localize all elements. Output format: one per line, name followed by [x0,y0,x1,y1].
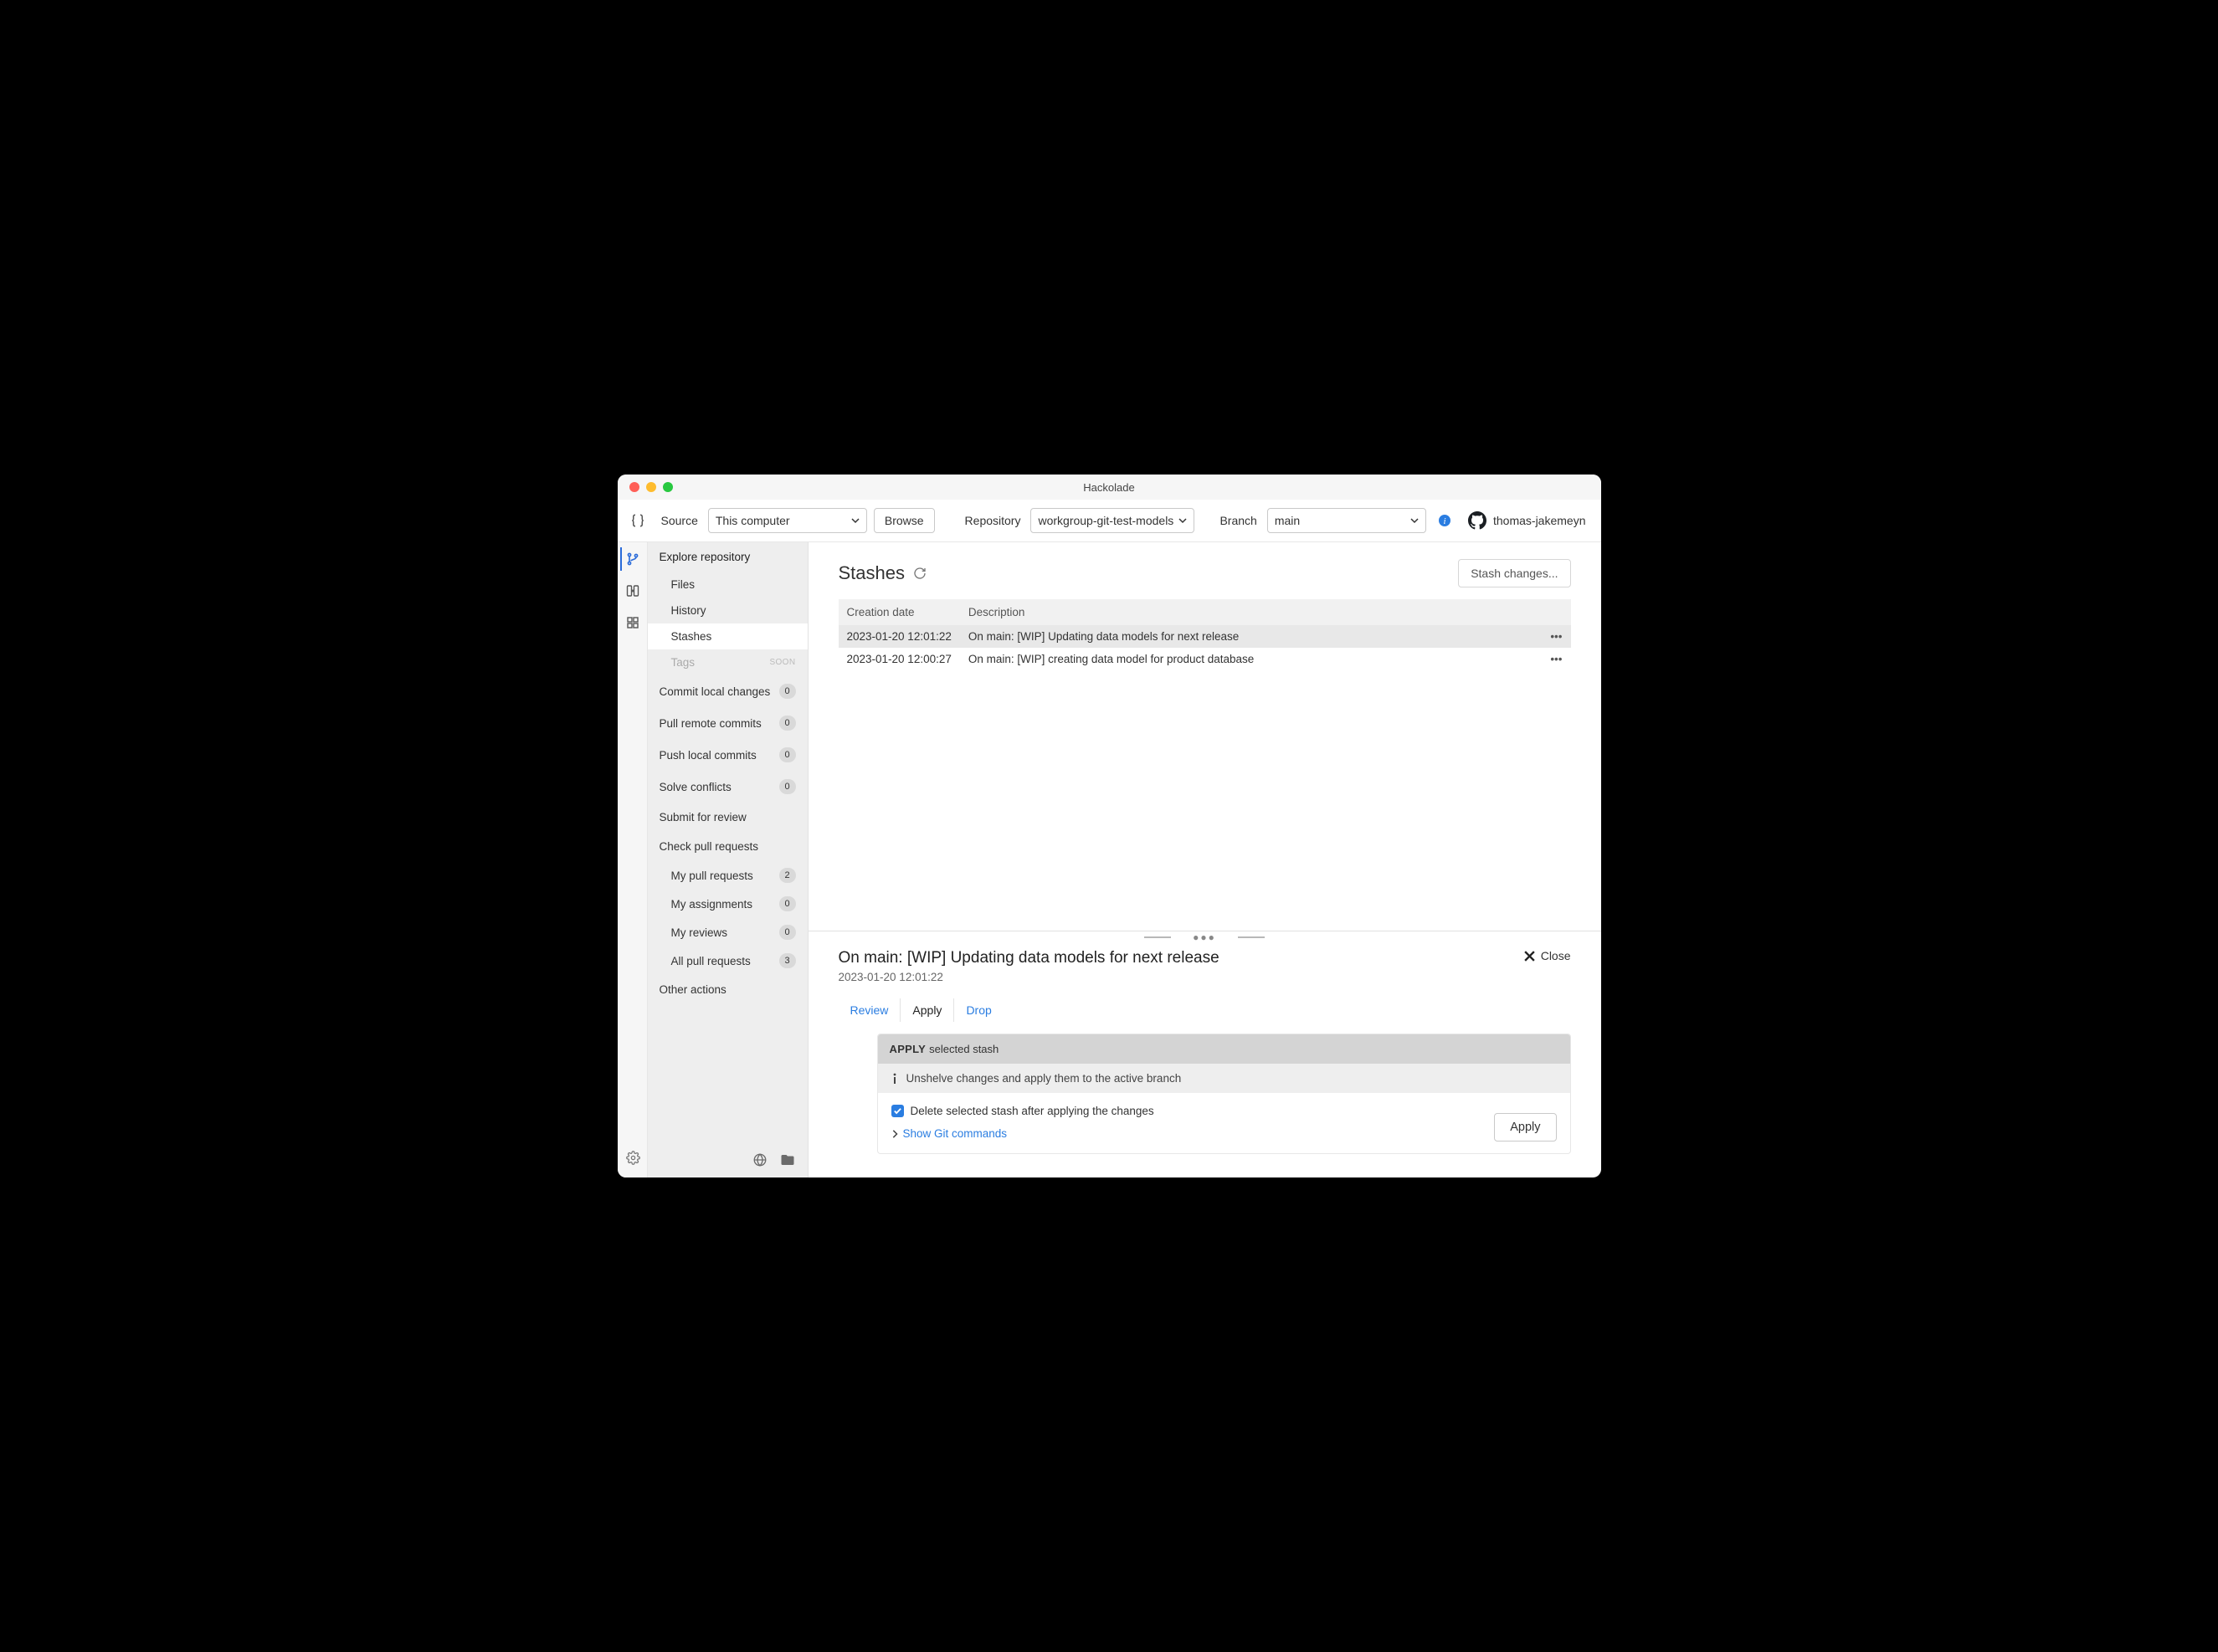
row-menu-icon[interactable]: ••• [1542,625,1570,648]
row-menu-icon[interactable]: ••• [1542,648,1570,670]
source-value: This computer [716,514,790,527]
toolbar: Source This computer Browse Repository w… [618,500,1601,542]
info-icon [890,1073,900,1085]
table-row[interactable]: 2023-01-20 12:00:27 On main: [WIP] creat… [839,648,1571,670]
sidebar-check-prs[interactable]: Check pull requests [648,832,808,861]
stash-table-wrap: Creation date Description 2023-01-20 12:… [809,599,1601,931]
window-title: Hackolade [618,481,1601,494]
sidebar-tags: Tags SOON [648,649,808,675]
sidebar-push-local[interactable]: Push local commits 0 [648,739,808,771]
source-select[interactable]: This computer [708,508,867,533]
close-detail-button[interactable]: Close [1523,949,1571,962]
count-badge: 0 [779,925,796,940]
username: thomas-jakemeyn [1493,514,1586,527]
soon-badge: SOON [769,658,795,667]
stash-table: Creation date Description 2023-01-20 12:… [839,599,1571,670]
sidebar-bottom-icons [648,1142,808,1177]
detail-date: 2023-01-20 12:01:22 [839,971,1219,983]
cell-desc: On main: [WIP] creating data model for p… [960,648,1542,670]
refresh-icon[interactable] [913,567,927,580]
braces-icon[interactable] [626,509,649,532]
sidebar-submit-review[interactable]: Submit for review [648,803,808,832]
count-badge: 3 [779,953,796,968]
show-git-commands-link[interactable]: Show Git commands [891,1127,1557,1140]
dots-icon: ●●● [1193,931,1216,943]
cell-desc: On main: [WIP] Updating data models for … [960,625,1542,648]
info-icon[interactable]: i [1438,514,1451,527]
table-row[interactable]: 2023-01-20 12:01:22 On main: [WIP] Updat… [839,625,1571,648]
count-badge: 0 [779,684,796,699]
chevron-right-icon [891,1130,898,1138]
tab-review[interactable]: Review [839,998,901,1022]
panel-body: Delete selected stash after applying the… [878,1093,1570,1153]
repository-select[interactable]: workgroup-git-test-models [1030,508,1194,533]
count-badge: 0 [779,896,796,911]
count-badge: 0 [779,747,796,762]
apply-panel: APPLYselected stash Unshelve changes and… [877,1034,1571,1154]
col-header-desc[interactable]: Description [960,599,1542,625]
browse-button[interactable]: Browse [874,508,935,533]
sidebar-my-prs[interactable]: My pull requests 2 [648,861,808,890]
sidebar-explore-repository[interactable]: Explore repository [648,542,808,572]
delete-after-apply-checkbox[interactable]: Delete selected stash after applying the… [891,1105,1557,1117]
branch-value: main [1275,514,1300,527]
repository-value: workgroup-git-test-models [1038,514,1173,527]
cell-date: 2023-01-20 12:00:27 [839,648,960,670]
page-title: Stashes [839,562,927,584]
sidebar-other-actions[interactable]: Other actions [648,975,808,1004]
tab-drop[interactable]: Drop [953,998,1003,1022]
panel-title: APPLYselected stash [878,1034,1570,1064]
chevron-down-icon [1178,516,1187,525]
detail-pane: On main: [WIP] Updating data models for … [809,942,1601,1177]
sidebar-history[interactable]: History [648,598,808,623]
sidebar-files[interactable]: Files [648,572,808,598]
rail-grid-icon[interactable] [620,611,644,634]
sidebar-my-assignments[interactable]: My assignments 0 [648,890,808,918]
grip-icon [1144,936,1171,938]
chevron-down-icon [851,516,860,525]
count-badge: 2 [779,868,796,883]
sidebar-pull-remote[interactable]: Pull remote commits 0 [648,707,808,739]
stash-changes-button[interactable]: Stash changes... [1458,559,1570,587]
body: Explore repository Files History Stashes… [618,542,1601,1177]
user-chip[interactable]: thomas-jakemeyn [1468,511,1586,530]
icon-rail [618,542,648,1177]
col-header-date[interactable]: Creation date [839,599,960,625]
main-panel: Stashes Stash changes... Creation date D… [809,542,1601,1177]
splitter-handle[interactable]: ●●● [809,931,1601,942]
panel-info: Unshelve changes and apply them to the a… [878,1064,1570,1093]
apply-button[interactable]: Apply [1494,1113,1556,1142]
detail-title: On main: [WIP] Updating data models for … [839,949,1219,967]
folder-icon[interactable] [779,1152,796,1167]
svg-text:i: i [1443,516,1445,526]
branch-select[interactable]: main [1267,508,1426,533]
page-header: Stashes Stash changes... [809,542,1601,599]
detail-tabs: Review Apply Drop [839,998,1571,1022]
count-badge: 0 [779,779,796,794]
detail-header: On main: [WIP] Updating data models for … [839,949,1571,983]
grip-icon [1238,936,1265,938]
rail-settings-icon[interactable] [620,1146,644,1169]
sidebar-my-reviews[interactable]: My reviews 0 [648,918,808,947]
branch-label: Branch [1219,514,1256,527]
globe-icon[interactable] [752,1152,768,1167]
close-icon [1523,950,1536,962]
sidebar-all-prs[interactable]: All pull requests 3 [648,947,808,975]
titlebar: Hackolade [618,475,1601,500]
rail-compare-icon[interactable] [620,579,644,603]
tab-apply[interactable]: Apply [900,998,953,1022]
checkbox-checked-icon [891,1105,904,1117]
sidebar-stashes[interactable]: Stashes [648,623,808,649]
count-badge: 0 [779,716,796,731]
chevron-down-icon [1410,516,1419,525]
rail-branch-icon[interactable] [620,547,644,571]
app-window: Hackolade Source This computer Browse Re… [618,475,1601,1177]
sidebar-commit-local[interactable]: Commit local changes 0 [648,675,808,707]
source-label: Source [661,514,698,527]
github-icon [1468,511,1486,530]
repository-label: Repository [965,514,1021,527]
cell-date: 2023-01-20 12:01:22 [839,625,960,648]
sidebar-solve-conflicts[interactable]: Solve conflicts 0 [648,771,808,803]
sidebar: Explore repository Files History Stashes… [648,542,809,1177]
